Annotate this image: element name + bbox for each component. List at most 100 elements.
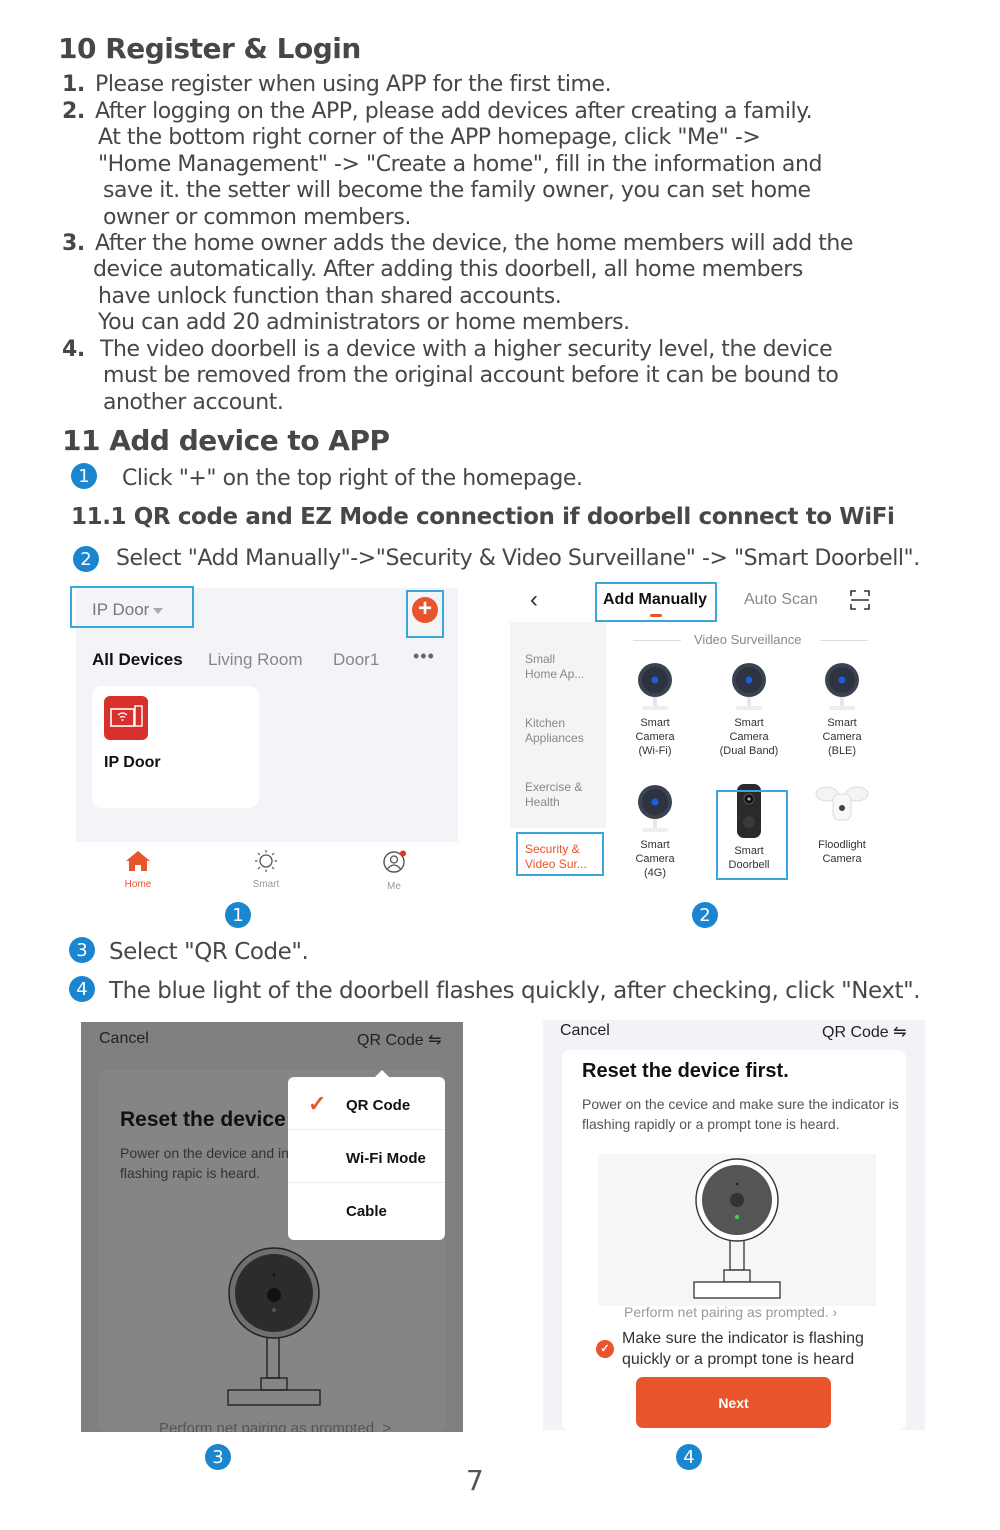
mode-menu-label: Wi-Fi Mode (346, 1150, 426, 1167)
list-item-line: After the home owner adds the device, th… (95, 231, 854, 256)
tab-smart[interactable]: Smart (226, 850, 306, 890)
divider (633, 640, 681, 641)
sun-icon (255, 850, 277, 872)
list-item-line: must be removed from the original accoun… (103, 363, 839, 389)
step-badge-2: 2 (73, 546, 99, 572)
camera-icon (824, 662, 860, 712)
mode-menu-item[interactable]: Wi-Fi Mode (288, 1130, 445, 1183)
confirm-checkbox[interactable]: ✓ (596, 1340, 614, 1358)
page-number: 7 (466, 1464, 484, 1497)
pairing-link[interactable]: Perform net pairing as prompted. > (159, 1420, 391, 1432)
screen-caption-badge-4: 4 (676, 1444, 702, 1470)
list-item-line: save it. the setter will become the fami… (103, 178, 811, 204)
list-item-line: have unlock function than shared account… (98, 283, 562, 309)
list-number: 1. (62, 72, 85, 97)
list-item-line: owner or common members. (103, 204, 411, 230)
reset-title: Reset the device (120, 1108, 286, 1131)
home-selector[interactable]: IP Door (92, 600, 164, 620)
product-item[interactable]: Floodlight Camera (797, 784, 887, 866)
step-badge-1: 1 (71, 463, 97, 489)
room-tab-all-devices[interactable]: All Devices (92, 650, 183, 670)
category-small-home-appliances[interactable]: Small Home Ap... (525, 652, 584, 682)
mode-switch-button[interactable]: QR Code ⇋ (822, 1022, 907, 1042)
mode-select-screen: Cancel QR Code ⇋ Reset the device Power … (81, 1022, 463, 1432)
add-device-button[interactable]: + (412, 597, 438, 623)
camera-illustration (227, 1247, 321, 1406)
category-kitchen-appliances[interactable]: Kitchen Appliances (525, 716, 584, 746)
list-item-line: another account. (103, 389, 284, 415)
tab-me-label: Me (387, 881, 401, 892)
category-security-video[interactable]: Security & Video Sur... (525, 842, 587, 872)
mode-menu-item[interactable]: Cable (288, 1183, 445, 1236)
bottom-tab-bar: Home Smart Me (76, 842, 458, 894)
step-badge-3: 3 (69, 937, 95, 963)
tab-auto-scan[interactable]: Auto Scan (744, 591, 818, 609)
caret-down-icon (153, 607, 164, 614)
product-name: Smart Camera (Wi-Fi) (635, 717, 675, 757)
category-sidebar: Small Home Ap... Kitchen Appliances Exer… (510, 622, 606, 828)
product-name: Floodlight Camera (818, 839, 866, 865)
pairing-link[interactable]: Perform net pairing as prompted. › (624, 1304, 837, 1320)
product-name: Smart Camera (4G) (635, 839, 675, 879)
list-item-line: You can add 20 administrators or home me… (98, 310, 630, 336)
cancel-button[interactable]: Cancel (560, 1022, 610, 1040)
home-icon (126, 851, 150, 871)
list-item-line: After logging on the APP, please add dev… (95, 99, 813, 124)
add-device-screen: ‹ Add Manually Auto Scan Small Home Ap..… (508, 578, 884, 900)
room-tab-living-room[interactable]: Living Room (208, 650, 303, 670)
home-name: IP Door (92, 600, 150, 619)
tab-home-label: Home (124, 879, 152, 890)
device-card[interactable]: IP Door (92, 686, 259, 808)
screen-caption-badge-3: 3 (205, 1444, 231, 1470)
smart-doorbell-highlight (716, 790, 788, 880)
cancel-button[interactable]: Cancel (99, 1030, 149, 1048)
step-badge-4: 4 (69, 976, 95, 1002)
product-name: Smart Camera (BLE) (822, 717, 862, 757)
section-10-title: 10 Register & Login (58, 32, 361, 65)
reset-title: Reset the device first. (582, 1060, 789, 1082)
scan-icon[interactable] (850, 590, 870, 610)
step-2-text: Select "Add Manually"->"Security & Video… (116, 546, 920, 571)
camera-icon (637, 662, 673, 712)
subsection-11-1-title: 11.1 QR code and EZ Mode connection if d… (71, 504, 895, 530)
list-number: 3. (62, 231, 85, 256)
intercom-icon (104, 696, 148, 740)
product-item[interactable]: Smart Camera (BLE) (797, 662, 887, 758)
list-item-line: At the bottom right corner of the APP ho… (98, 125, 761, 151)
list-number: 2. (62, 99, 85, 124)
back-icon[interactable]: ‹ (530, 586, 538, 614)
product-name: Smart Camera (Dual Band) (719, 717, 779, 757)
active-tab-indicator (650, 614, 662, 617)
list-item-line: device automatically. After adding this … (93, 257, 803, 283)
category-exercise-health[interactable]: Exercise & Health (525, 780, 582, 810)
device-name: IP Door (104, 754, 161, 771)
next-button[interactable]: Next (636, 1377, 831, 1428)
tab-me[interactable]: Me (354, 850, 434, 892)
tab-add-manually[interactable]: Add Manually (603, 591, 707, 609)
step-1-text: Click "+" on the top right of the homepa… (122, 466, 583, 491)
screen-caption-badge-1: 1 (225, 902, 251, 928)
reset-device-screen: Cancel QR Code ⇋ Reset the device first.… (543, 1020, 925, 1430)
mode-menu-item[interactable]: ✓ QR Code (288, 1077, 445, 1130)
list-item-line: Please register when using APP for the f… (95, 72, 612, 97)
product-item[interactable]: Smart Camera (Dual Band) (704, 662, 794, 758)
product-item[interactable]: Smart Camera (Wi-Fi) (610, 662, 700, 758)
user-icon (383, 850, 406, 873)
confirm-text: Make sure the indicator is flashing quic… (622, 1330, 864, 1368)
camera-icon (637, 784, 673, 834)
room-tab-door1[interactable]: Door1 (333, 650, 379, 670)
mode-menu: ✓ QR Code Wi-Fi Mode Cable (288, 1077, 445, 1240)
more-rooms-icon[interactable]: ••• (413, 646, 435, 667)
divider (820, 640, 868, 641)
checkmark-icon: ✓ (308, 1091, 327, 1116)
reset-description: Power on the cevice and make sure the in… (582, 1096, 899, 1132)
section-11-title: 11 Add device to APP (62, 424, 390, 457)
list-item-line: The video doorbell is a device with a hi… (100, 337, 833, 362)
mode-menu-label: Cable (346, 1203, 387, 1220)
list-number: 4. (62, 337, 85, 362)
step-4-text: The blue light of the doorbell flashes q… (109, 978, 921, 1004)
product-item[interactable]: Smart Camera (4G) (610, 784, 700, 880)
tab-home[interactable]: Home (98, 850, 178, 890)
mode-switch-button[interactable]: QR Code ⇋ (357, 1030, 442, 1050)
section-video-surveillance: Video Surveillance (694, 632, 802, 647)
